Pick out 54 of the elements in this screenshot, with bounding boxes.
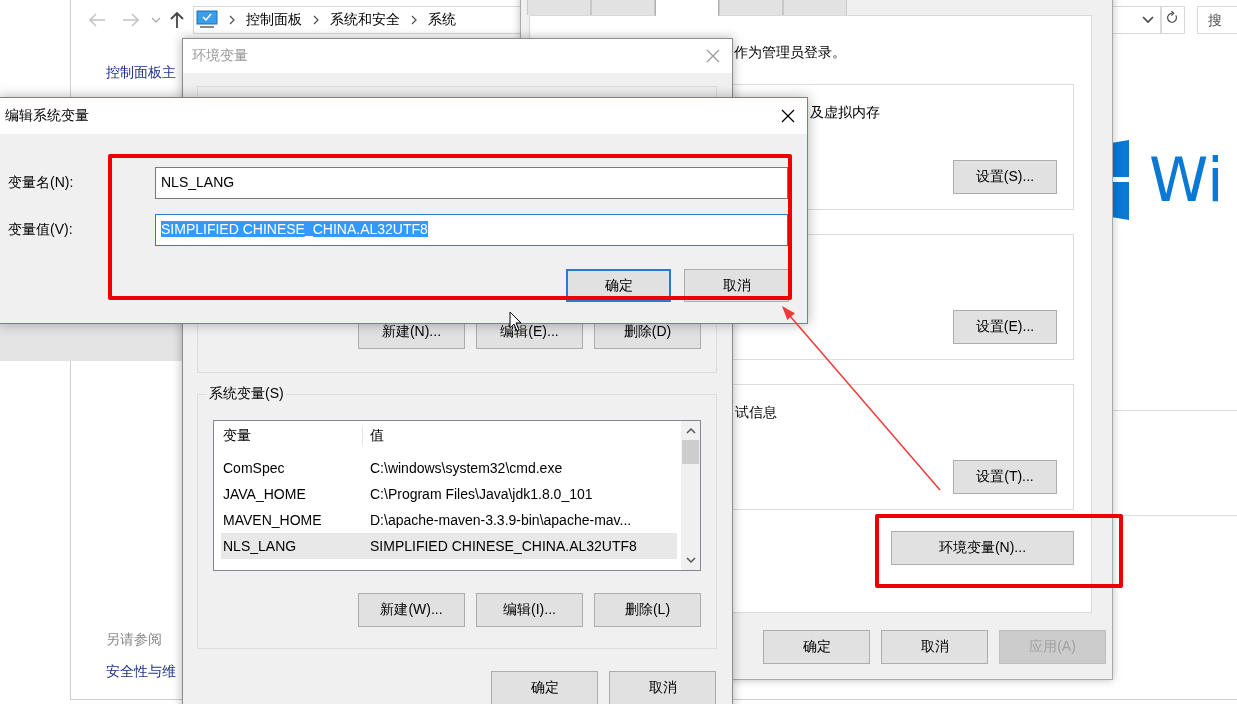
group-text: 试信息 [735,404,777,422]
column-header[interactable]: 变量 [221,427,362,445]
refresh-icon[interactable] [1161,6,1186,34]
dialog-button[interactable]: 确定 [491,671,598,704]
scrollbar-thumb[interactable] [682,440,699,464]
list-row[interactable]: JAVA_HOME C:\Program Files\Java\jdk1.8.0_101 [221,481,677,507]
table-cell-text: NLS_LANG [222,538,298,554]
monitor-icon[interactable] [196,10,218,30]
chevron-down-icon[interactable] [151,16,161,24]
tab[interactable] [655,0,719,16]
table-cell-text: D:\apache-maven-3.3.9-bin\apache-mav... [369,512,632,528]
logo-text: Wi [1149,150,1224,210]
group-label: 系统变量(S) [207,385,286,403]
window-title: 环境变量 [192,47,248,65]
scroll-down-icon[interactable] [685,557,696,564]
dropdown-icon[interactable] [1142,16,1155,24]
table-cell-text: JAVA_HOME [222,486,307,502]
info-text: 作为管理员登录。 [734,44,846,62]
field-label: 变量值(V): [8,221,74,239]
field-label: 变量名(N): [8,174,75,192]
breadcrumb-item[interactable]: 控制面板 [246,11,302,29]
environment-variables-button[interactable]: 环境变量(N)... [891,531,1074,565]
group-text: 及虚拟内存 [810,104,880,122]
settings-button[interactable]: 设置(E)... [953,310,1057,344]
button[interactable]: 新建(W)... [358,593,465,627]
input-field[interactable]: NLS_LANG [155,167,788,199]
chevron-right-icon[interactable] [312,15,320,25]
breadcrumb-item[interactable]: 系统和安全 [330,11,400,29]
dialog-button[interactable]: 取消 [609,671,716,704]
table-cell-text: ComSpec [222,460,286,476]
scrollbar[interactable] [681,421,700,570]
chevron-right-icon[interactable] [228,15,236,25]
list-row[interactable]: NLS_LANG SIMPLIFIED CHINESE_CHINA.AL32UTF8 [221,533,677,559]
scroll-up-icon[interactable] [685,427,696,434]
settings-button[interactable]: 设置(S)... [953,160,1057,194]
button[interactable]: 编辑(I)... [476,593,583,627]
list-row[interactable]: MAVEN_HOME D:\apache-maven-3.3.9-bin\apache-mav... [221,507,677,533]
section-heading: 另请参阅 [106,631,163,649]
column-header[interactable]: 值 [362,427,384,445]
search-field[interactable]: 搜 [1197,6,1237,34]
close-icon[interactable] [781,109,795,123]
dialog-button[interactable]: 确定 [763,630,870,664]
table-cell-text: C:\windows\system32\cmd.exe [369,460,563,476]
up-arrow-icon[interactable] [169,11,185,29]
table-cell-text: MAVEN_HOME [222,512,323,528]
table-cell-text: SIMPLIFIED CHINESE_CHINA.AL32UTF8 [369,538,637,554]
table-cell-text: C:\Program Files\Java\jdk1.8.0_101 [369,486,593,502]
breadcrumb-item[interactable]: 系统 [428,11,456,29]
settings-button[interactable]: 设置(T)... [953,460,1057,494]
window-title: 编辑系统变量 [5,107,89,125]
chevron-right-icon[interactable] [410,15,418,25]
button[interactable]: 删除(L) [594,593,701,627]
list-row[interactable]: ComSpec C:\windows\system32\cmd.exe [221,455,677,481]
dialog-button[interactable]: 取消 [881,630,988,664]
